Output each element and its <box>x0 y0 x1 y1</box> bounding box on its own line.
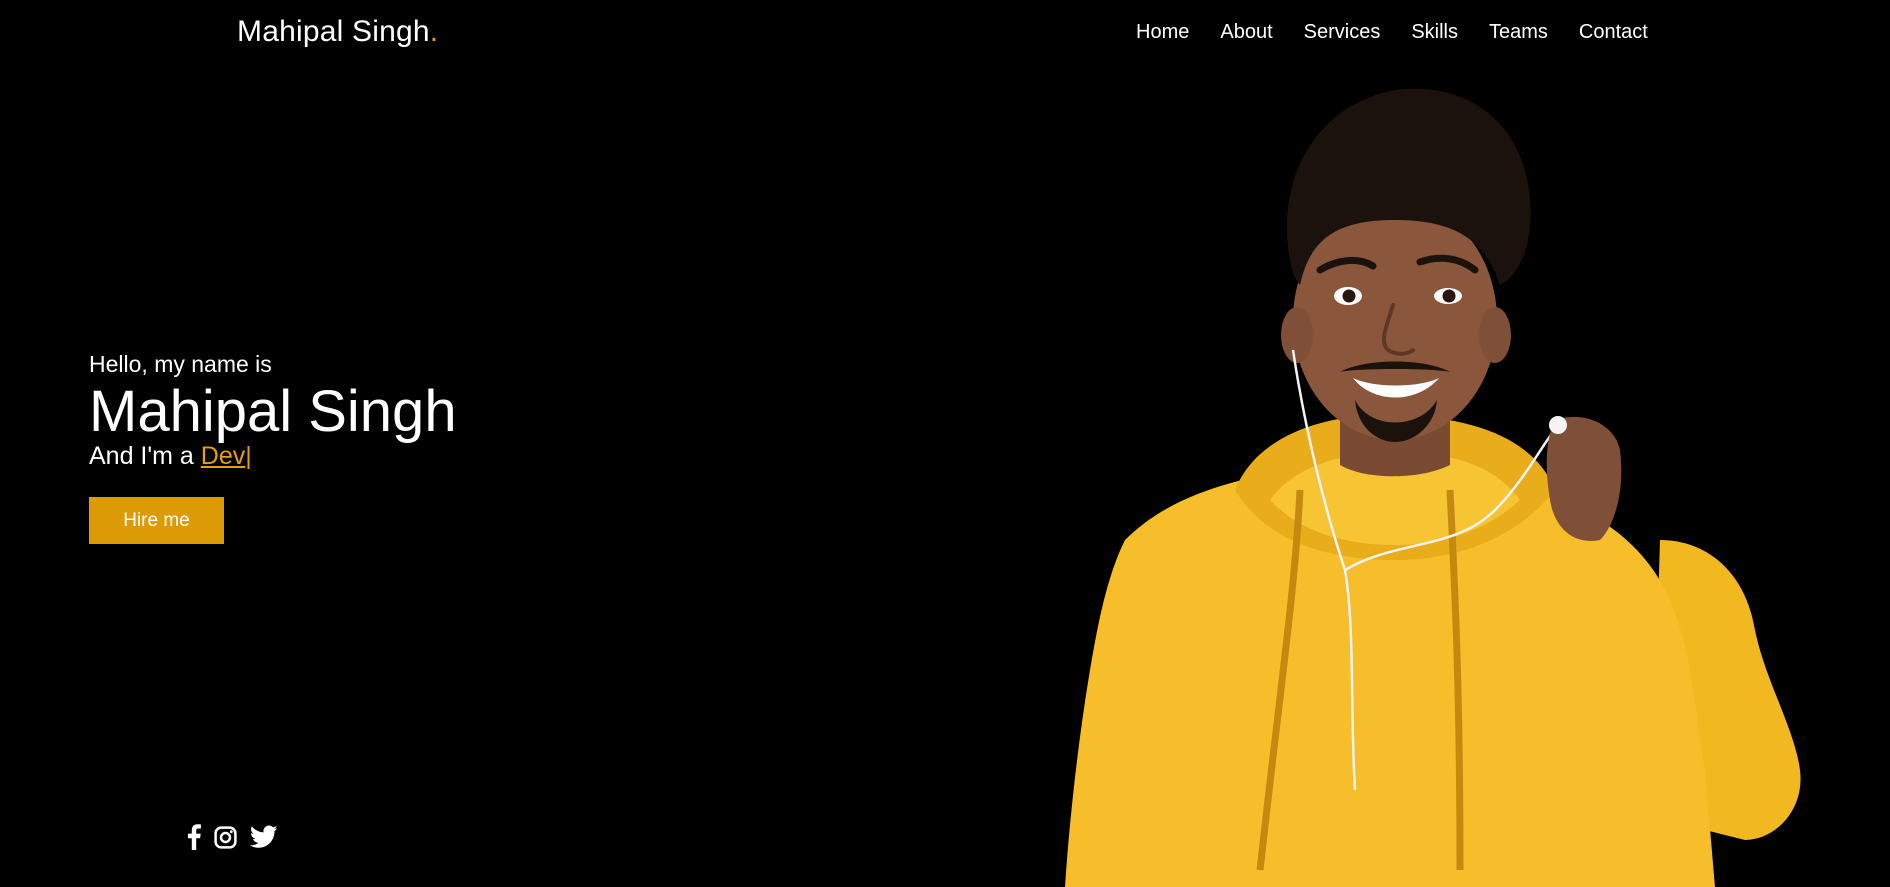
nav-about[interactable]: About <box>1220 21 1272 44</box>
hero-name: Mahipal Singh <box>89 379 457 444</box>
hire-me-button[interactable]: Hire me <box>89 497 224 544</box>
hero-role: And I'm a Dev| <box>89 441 457 471</box>
hero-section: Hello, my name is Mahipal Singh And I'm … <box>89 350 457 544</box>
brand-name: Mahipal Singh <box>237 15 430 48</box>
social-links <box>187 824 278 850</box>
nav-contact[interactable]: Contact <box>1579 21 1648 44</box>
nav-services[interactable]: Services <box>1304 21 1381 44</box>
hero-greeting: Hello, my name is <box>89 351 272 377</box>
instagram-icon[interactable] <box>213 825 238 850</box>
main-nav: Home About Services Skills Teams Contact <box>1136 21 1648 44</box>
nav-skills[interactable]: Skills <box>1411 21 1458 44</box>
profile-portrait <box>1055 70 1815 887</box>
role-prefix: And I'm a <box>89 442 201 470</box>
facebook-icon[interactable] <box>187 824 201 850</box>
twitter-icon[interactable] <box>250 825 278 849</box>
role-typed-text: Dev <box>200 442 246 470</box>
nav-teams[interactable]: Teams <box>1489 21 1548 44</box>
typing-cursor: | <box>245 442 252 470</box>
nav-home[interactable]: Home <box>1136 21 1189 44</box>
brand-logo[interactable]: Mahipal Singh. <box>237 15 438 49</box>
brand-dot: . <box>429 15 439 48</box>
